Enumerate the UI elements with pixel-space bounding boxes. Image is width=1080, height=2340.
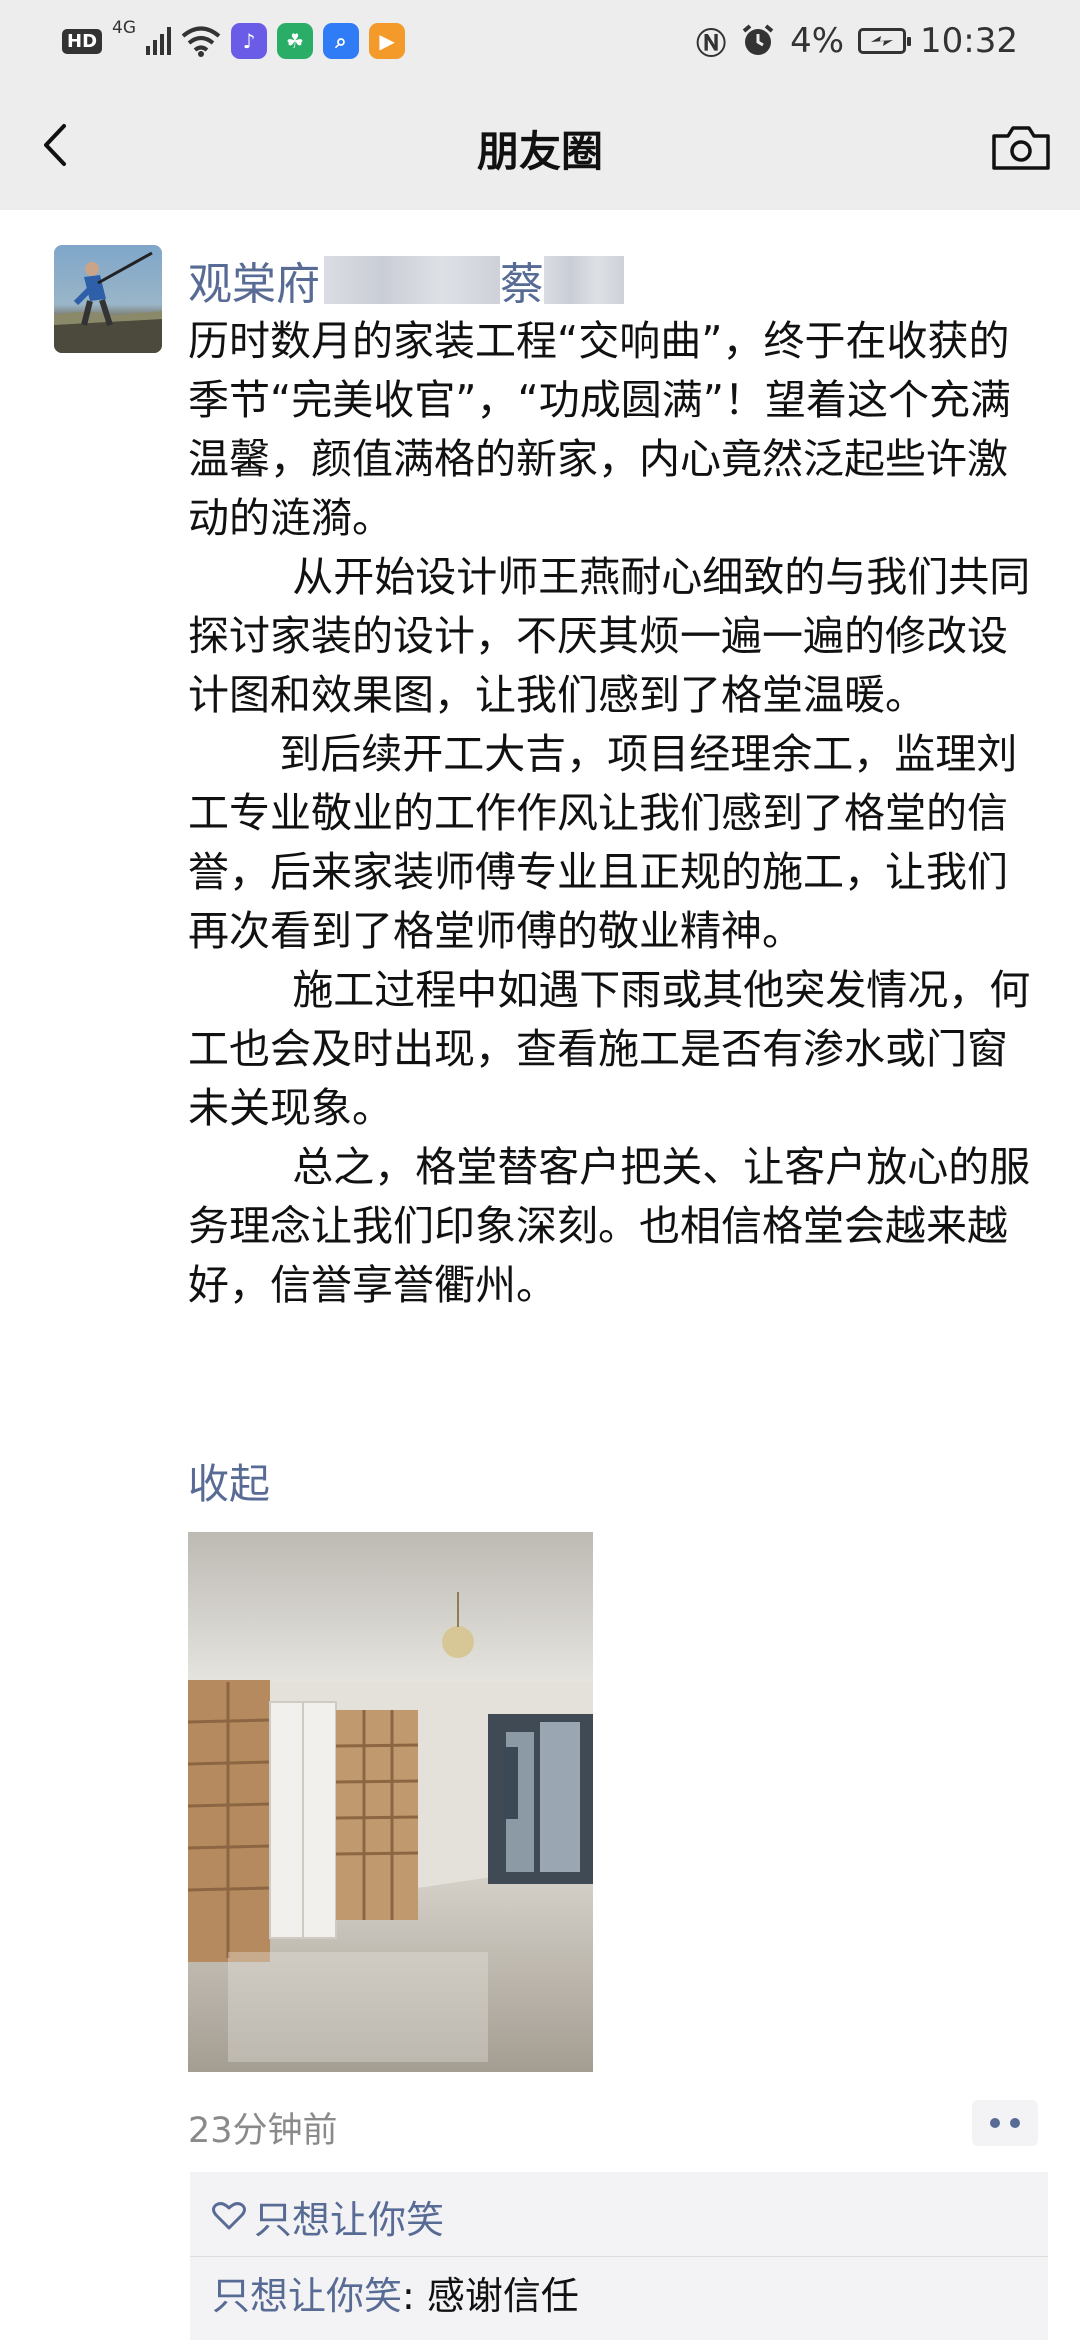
comment-author[interactable]: 只想让你笑 — [212, 2274, 402, 2318]
heart-icon — [212, 2202, 246, 2230]
green-app-icon: ☘ — [277, 23, 314, 59]
status-right: Ⓝ 4% 10:32 — [696, 18, 1018, 64]
camera-icon[interactable] — [990, 122, 1052, 172]
post-paragraph: 到后续开工大吉，项目经理余工，监理刘工专业敬业的工作作风让我们感到了格堂的信誉，… — [188, 730, 1018, 955]
likes-row: 只想让你笑 — [212, 2186, 444, 2246]
post-paragraph: 施工过程中如遇下雨或其他突发情况，何工也会及时出现，查看施工是否有渗水或门窗未关… — [188, 966, 1031, 1132]
alarm-icon — [742, 24, 774, 55]
post-time: 23分钟前 — [188, 2111, 338, 2151]
dot-icon — [1010, 2118, 1020, 2128]
nfc-icon: Ⓝ — [696, 27, 727, 62]
post-author[interactable]: 观棠府 蔡 — [188, 248, 624, 312]
clock-time: 10:32 — [920, 21, 1018, 61]
hd-badge: HD — [62, 28, 103, 54]
like-user-name[interactable]: 只想让你笑 — [254, 2189, 444, 2244]
battery-percent: 4% — [790, 21, 845, 61]
video-app-icon: ▶ — [369, 23, 406, 59]
network-type: 4G — [112, 18, 137, 38]
search-app-icon: ⌕ — [323, 23, 360, 59]
post-paragraph: 总之，格堂替客户把关、让客户放心的服务理念让我们印象深刻。也相信格堂会越来越好，… — [188, 1143, 1031, 1309]
page-title: 朋友圈 — [476, 127, 603, 176]
more-options-button[interactable] — [972, 2100, 1038, 2146]
status-bar: HD 4G ♪ ☘ ⌕ ▶ Ⓝ 4% 10:32 — [0, 0, 1080, 80]
author-name-suffix: 蔡 — [500, 259, 544, 310]
status-left: HD 4G ♪ ☘ ⌕ ▶ — [62, 18, 406, 62]
divider — [190, 2256, 1048, 2257]
battery-charging-icon — [858, 28, 912, 54]
signal-icon — [146, 27, 172, 55]
wifi-icon — [181, 26, 221, 57]
post-photo[interactable] — [188, 1532, 593, 2072]
nav-bar: 朋友圈 — [0, 80, 1080, 210]
post-paragraph: 历时数月的家装工程“交响曲”，终于在收获的季节“完美收官”，“功成圆满”！望着这… — [188, 317, 1011, 542]
avatar[interactable] — [54, 245, 162, 353]
dot-icon — [990, 2118, 1000, 2128]
author-name-prefix: 观棠府 — [188, 259, 320, 310]
post-content: 历时数月的家装工程“交响曲”，终于在收获的季节“完美收官”，“功成圆满”！望着这… — [188, 312, 1048, 1315]
comment-separator: : — [402, 2274, 427, 2318]
music-app-icon: ♪ — [231, 23, 268, 59]
collapse-link[interactable]: 收起 — [188, 1450, 270, 1510]
comment-text: 感谢信任 — [426, 2274, 579, 2318]
redacted-blur — [544, 256, 624, 304]
redacted-blur — [324, 256, 500, 304]
comment-row[interactable]: 只想让你笑: 感谢信任 — [212, 2268, 579, 2324]
interaction-panel: 只想让你笑 只想让你笑: 感谢信任 — [190, 2172, 1048, 2340]
post-paragraph: 从开始设计师王燕耐心细致的与我们共同探讨家装的设计，不厌其烦一遍一遍的修改设计图… — [188, 553, 1031, 719]
